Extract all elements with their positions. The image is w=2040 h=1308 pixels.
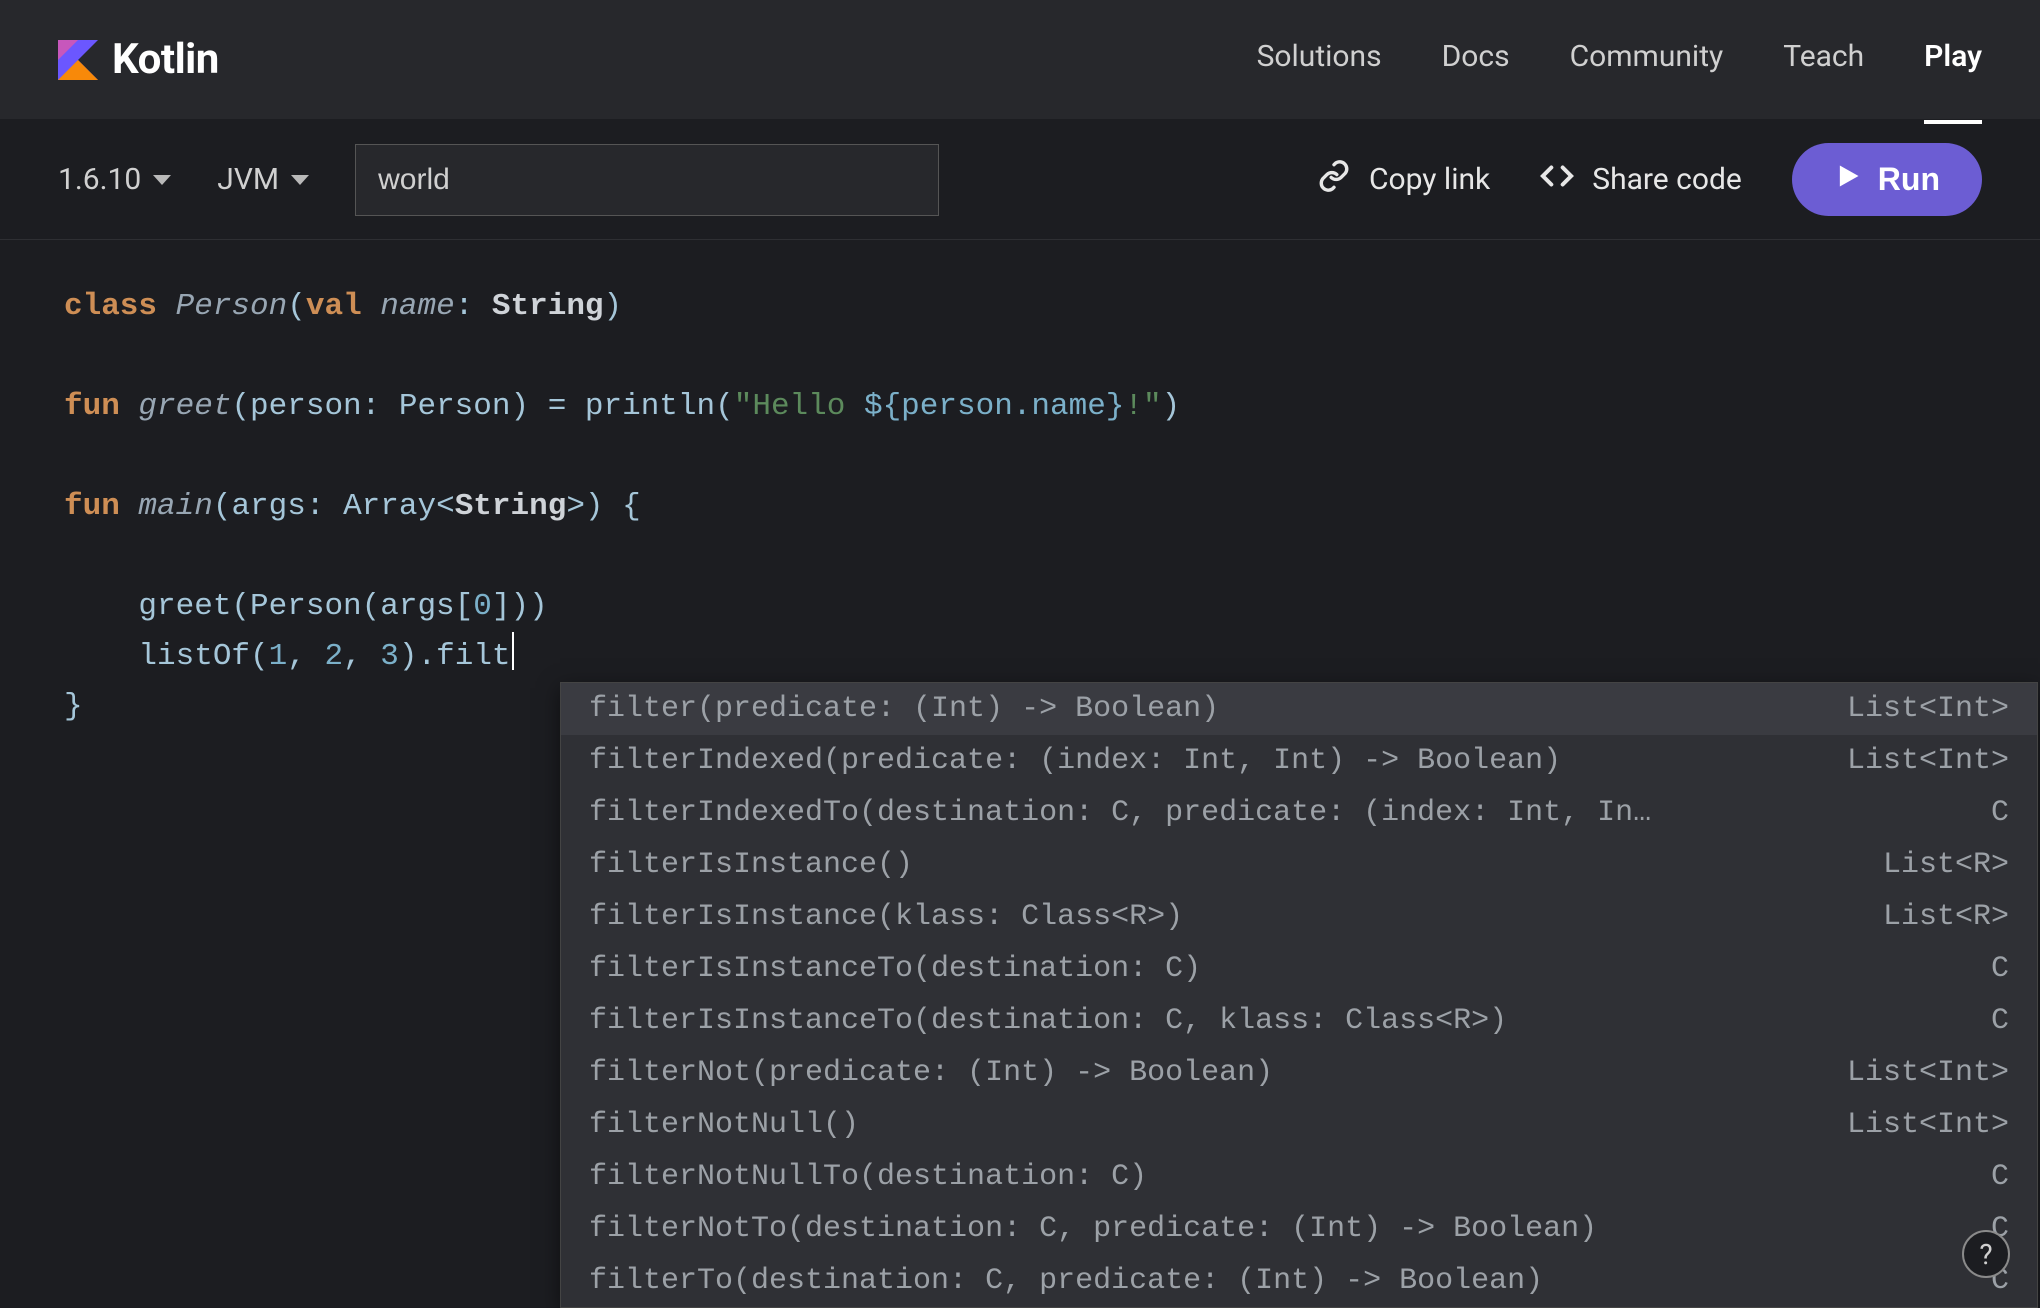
caret-down-icon <box>291 175 309 185</box>
toolbar-left: 1.6.10 JVM <box>58 144 939 216</box>
code-line: greet(Person(args[0])) <box>64 582 1976 632</box>
autocomplete-item[interactable]: filterNotTo(destination: C, predicate: (… <box>561 1203 2037 1255</box>
code-line <box>64 532 1976 582</box>
program-args-input[interactable] <box>355 144 939 216</box>
copy-link-label: Copy link <box>1369 162 1490 197</box>
share-code-label: Share code <box>1592 162 1742 197</box>
autocomplete-signature: filterNot(predicate: (Int) -> Boolean) <box>589 1051 1273 1095</box>
autocomplete-return-type: List<Int> <box>1827 1051 2009 1095</box>
autocomplete-item[interactable]: filterIsInstanceTo(destination: C) C <box>561 943 2037 995</box>
autocomplete-item[interactable]: filterIndexedTo(destination: C, predicat… <box>561 787 2037 839</box>
code-line: class Person(val name: String) <box>64 282 1976 332</box>
nav-link-play[interactable]: Play <box>1924 39 1982 80</box>
help-label: ? <box>1979 1238 1992 1271</box>
autocomplete-item[interactable]: filterNotNull() List<Int> <box>561 1099 2037 1151</box>
brand[interactable]: Kotlin <box>58 35 219 84</box>
autocomplete-item[interactable]: filterNotNullTo(destination: C) C <box>561 1151 2037 1203</box>
copy-link-button[interactable]: Copy link <box>1317 159 1490 201</box>
autocomplete-signature: filter(predicate: (Int) -> Boolean) <box>589 687 1219 731</box>
autocomplete-signature: filterIndexed(predicate: (index: Int, In… <box>589 739 1561 783</box>
autocomplete-signature: filterNotNullTo(destination: C) <box>589 1155 1147 1199</box>
code-line: listOf(1, 2, 3).filt <box>64 632 1976 682</box>
play-icon <box>1834 161 1862 198</box>
code-line: fun main(args: Array<String>) { <box>64 482 1976 532</box>
top-nav: Kotlin Solutions Docs Community Teach Play <box>0 0 2040 120</box>
autocomplete-return-type: C <box>1971 999 2009 1043</box>
autocomplete-item[interactable]: filterIsInstance() List<R> <box>561 839 2037 891</box>
help-button[interactable]: ? <box>1962 1230 2010 1278</box>
nav-link-teach[interactable]: Teach <box>1783 39 1864 80</box>
share-code-button[interactable]: Share code <box>1540 159 1742 201</box>
autocomplete-signature: filterIsInstanceTo(destination: C) <box>589 947 1201 991</box>
autocomplete-return-type: List<Int> <box>1827 1103 2009 1147</box>
text-cursor <box>512 632 514 670</box>
autocomplete-item[interactable]: filterIndexed(predicate: (index: Int, In… <box>561 735 2037 787</box>
run-button[interactable]: Run <box>1792 143 1982 216</box>
autocomplete-signature: filterIndexedTo(destination: C, predicat… <box>589 791 1651 835</box>
autocomplete-item[interactable]: filterIsInstanceTo(destination: C, klass… <box>561 995 2037 1047</box>
autocomplete-item[interactable]: filterTo(destination: C, predicate: (Int… <box>561 1255 2037 1307</box>
autocomplete-return-type: C <box>1971 1155 2009 1199</box>
nav-link-community[interactable]: Community <box>1570 39 1724 80</box>
nav-links: Solutions Docs Community Teach Play <box>1257 39 1982 80</box>
toolbar-right: Copy link Share code Run <box>1317 143 1982 216</box>
link-icon <box>1317 159 1351 201</box>
autocomplete-return-type: List<R> <box>1863 895 2009 939</box>
autocomplete-signature: filterIsInstanceTo(destination: C, klass… <box>589 999 1507 1043</box>
autocomplete-popup: filter(predicate: (Int) -> Boolean) List<… <box>560 682 2038 1308</box>
target-label: JVM <box>217 162 279 197</box>
caret-down-icon <box>153 175 171 185</box>
version-label: 1.6.10 <box>58 162 141 197</box>
autocomplete-signature: filterNotTo(destination: C, predicate: (… <box>589 1207 1597 1251</box>
autocomplete-item[interactable]: filterIsInstance(klass: Class<R>) List<R> <box>561 891 2037 943</box>
nav-link-solutions[interactable]: Solutions <box>1257 39 1382 80</box>
code-line <box>64 332 1976 382</box>
toolbar: 1.6.10 JVM Copy link Share code Run <box>0 120 2040 240</box>
autocomplete-signature: filterTo(destination: C, predicate: (Int… <box>589 1259 1543 1303</box>
autocomplete-item[interactable]: filterNot(predicate: (Int) -> Boolean) Li… <box>561 1047 2037 1099</box>
autocomplete-signature: filterIsInstance(klass: Class<R>) <box>589 895 1183 939</box>
autocomplete-item[interactable]: filter(predicate: (Int) -> Boolean) List<… <box>561 683 2037 735</box>
run-label: Run <box>1878 161 1940 198</box>
autocomplete-return-type: List<Int> <box>1827 687 2009 731</box>
code-line: fun greet(person: Person) = println("Hel… <box>64 382 1976 432</box>
code-line <box>64 432 1976 482</box>
autocomplete-return-type: List<Int> <box>1827 739 2009 783</box>
autocomplete-return-type: C <box>1971 947 2009 991</box>
brand-name: Kotlin <box>112 35 219 84</box>
kotlin-logo-icon <box>58 40 98 80</box>
target-dropdown[interactable]: JVM <box>217 162 309 197</box>
autocomplete-return-type: C <box>1971 791 2009 835</box>
autocomplete-return-type: List<R> <box>1863 843 2009 887</box>
nav-link-docs[interactable]: Docs <box>1442 39 1510 80</box>
code-icon <box>1540 159 1574 201</box>
autocomplete-signature: filterIsInstance() <box>589 843 913 887</box>
version-dropdown[interactable]: 1.6.10 <box>58 162 171 197</box>
autocomplete-signature: filterNotNull() <box>589 1103 859 1147</box>
